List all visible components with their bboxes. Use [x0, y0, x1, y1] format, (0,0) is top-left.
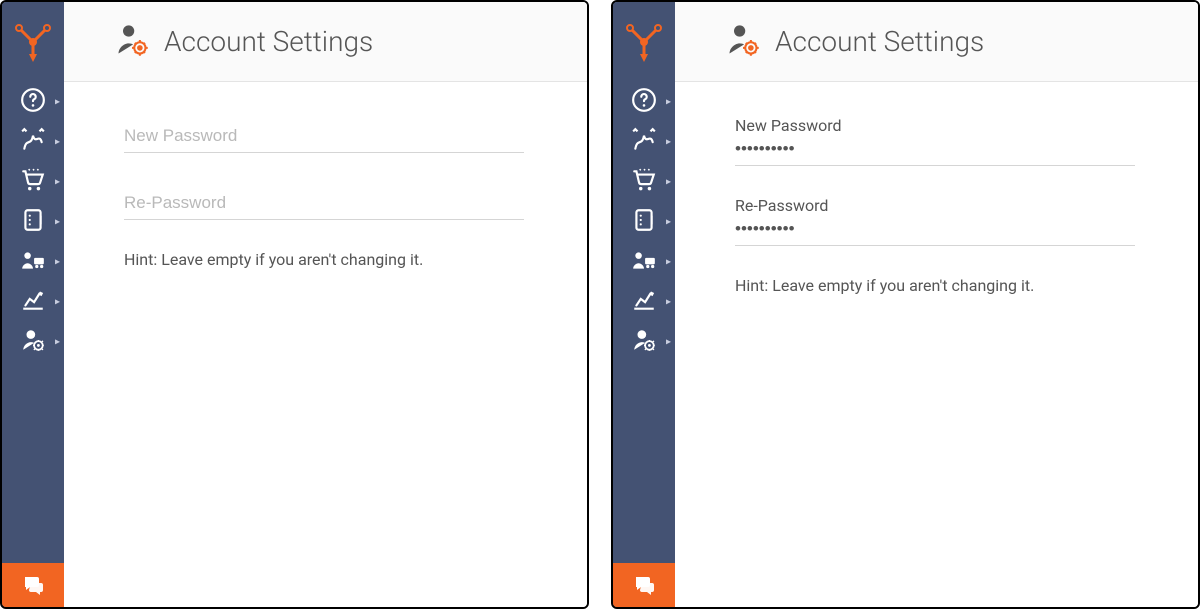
chevron-right-icon: ▸	[666, 337, 671, 348]
nav-team[interactable]: ▸	[613, 242, 675, 282]
nav-account[interactable]: ▸	[613, 322, 675, 362]
re-password-field	[124, 183, 527, 220]
cart-icon	[20, 167, 46, 197]
new-password-input[interactable]	[124, 116, 524, 153]
chevron-right-icon: ▸	[666, 177, 671, 188]
analytics-icon	[631, 287, 657, 317]
re-password-input[interactable]	[124, 183, 524, 220]
routes-logo-icon	[13, 22, 53, 62]
nav-routes[interactable]: ▸	[613, 122, 675, 162]
new-password-field	[124, 116, 527, 153]
app-logo[interactable]	[2, 2, 64, 82]
chevron-right-icon: ▸	[666, 97, 671, 108]
chevron-right-icon: ▸	[55, 257, 60, 268]
nav-analytics[interactable]: ▸	[2, 282, 64, 322]
chat-icon	[631, 573, 657, 597]
panel-filled-state: ▸ ▸ ▸ ▸ ▸ ▸ ▸	[611, 0, 1200, 609]
panel-empty-state: ▸ ▸ ▸ ▸ ▸ ▸ ▸	[0, 0, 589, 609]
nav-routes[interactable]: ▸	[2, 122, 64, 162]
page-title: Account Settings	[775, 25, 984, 58]
account-gear-icon	[631, 327, 657, 357]
app-logo[interactable]	[613, 2, 675, 82]
chevron-right-icon: ▸	[55, 217, 60, 228]
chevron-right-icon: ▸	[55, 137, 60, 148]
account-settings-icon	[725, 22, 761, 62]
team-truck-icon	[631, 247, 657, 277]
re-password-input[interactable]	[735, 217, 1135, 246]
chevron-right-icon: ▸	[666, 257, 671, 268]
routes-logo-icon	[624, 22, 664, 62]
routes-icon	[631, 127, 657, 157]
new-password-field: New Password	[735, 116, 1138, 166]
page-header: Account Settings	[675, 2, 1198, 82]
password-hint: Hint: Leave empty if you aren't changing…	[735, 276, 1138, 295]
chevron-right-icon: ▸	[55, 337, 60, 348]
re-password-field: Re-Password	[735, 196, 1138, 246]
nav-help[interactable]: ▸	[2, 82, 64, 122]
page-header: Account Settings	[64, 2, 587, 82]
nav-analytics[interactable]: ▸	[613, 282, 675, 322]
chevron-right-icon: ▸	[55, 177, 60, 188]
main-content: Account Settings Hint: Leave empty if yo…	[64, 2, 587, 607]
account-settings-icon	[114, 22, 150, 62]
help-icon	[20, 87, 46, 117]
account-gear-icon	[20, 327, 46, 357]
new-password-label: New Password	[735, 116, 1138, 135]
new-password-input[interactable]	[735, 137, 1135, 166]
addressbook-icon	[20, 207, 46, 237]
chat-button[interactable]	[2, 563, 64, 607]
analytics-icon	[20, 287, 46, 317]
main-content: Account Settings New Password Re-Passwor…	[675, 2, 1198, 607]
nav-team[interactable]: ▸	[2, 242, 64, 282]
nav-orders[interactable]: ▸	[613, 162, 675, 202]
nav-account[interactable]: ▸	[2, 322, 64, 362]
chat-icon	[20, 573, 46, 597]
nav-addressbook[interactable]: ▸	[613, 202, 675, 242]
nav-help[interactable]: ▸	[613, 82, 675, 122]
sidebar: ▸ ▸ ▸ ▸ ▸ ▸ ▸	[613, 2, 675, 607]
chevron-right-icon: ▸	[666, 297, 671, 308]
chevron-right-icon: ▸	[55, 297, 60, 308]
cart-icon	[631, 167, 657, 197]
chevron-right-icon: ▸	[666, 137, 671, 148]
chevron-right-icon: ▸	[55, 97, 60, 108]
page-title: Account Settings	[164, 25, 373, 58]
re-password-label: Re-Password	[735, 196, 1138, 215]
help-icon	[631, 87, 657, 117]
sidebar: ▸ ▸ ▸ ▸ ▸ ▸ ▸	[2, 2, 64, 607]
password-hint: Hint: Leave empty if you aren't changing…	[124, 250, 527, 269]
chat-button[interactable]	[613, 563, 675, 607]
team-truck-icon	[20, 247, 46, 277]
addressbook-icon	[631, 207, 657, 237]
nav-orders[interactable]: ▸	[2, 162, 64, 202]
routes-icon	[20, 127, 46, 157]
nav-addressbook[interactable]: ▸	[2, 202, 64, 242]
chevron-right-icon: ▸	[666, 217, 671, 228]
